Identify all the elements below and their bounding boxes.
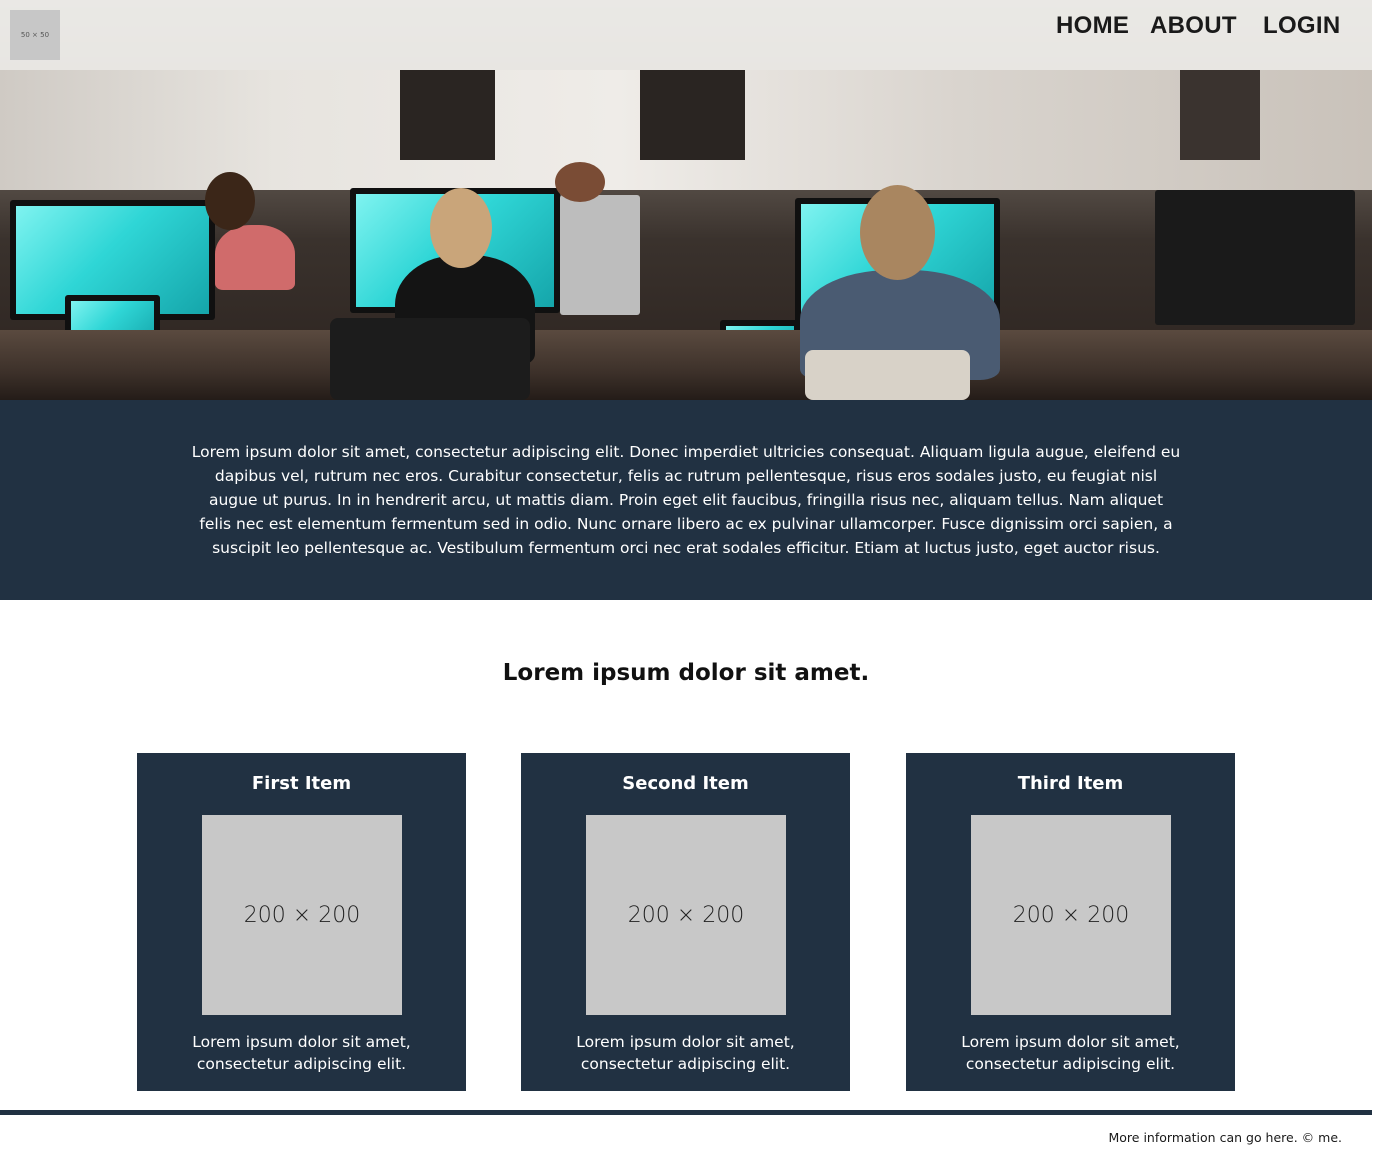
card-image-label: 200 × 200 [1012,902,1130,928]
card-image-label: 200 × 200 [243,902,361,928]
hero-window [640,70,745,160]
intro-paragraph: Lorem ipsum dolor sit amet, consectetur … [191,443,1181,557]
card-third-item: Third Item 200 × 200 Lorem ipsum dolor s… [906,753,1235,1091]
hero-person-head [860,185,935,280]
card-second-item: Second Item 200 × 200 Lorem ipsum dolor … [521,753,850,1091]
hero-chair [330,318,530,400]
card-image-placeholder: 200 × 200 [586,815,786,1015]
footer-divider [0,1110,1372,1115]
card-image-label: 200 × 200 [627,902,745,928]
card-title: Second Item [622,773,749,794]
card-description: Lorem ipsum dolor sit amet, consectetur … [192,1033,411,1073]
logo-text: 50 × 50 [20,31,50,39]
nav-home-link[interactable]: HOME [1056,12,1129,40]
logo-placeholder[interactable]: 50 × 50 [10,10,60,60]
hero-desk [0,330,1372,400]
hero-monitor [560,195,640,315]
card-image-placeholder: 200 × 200 [971,815,1171,1015]
nav-about-link[interactable]: ABOUT [1150,12,1237,40]
hero-window [400,70,495,160]
card-description: Lorem ipsum dolor sit amet, consectetur … [961,1033,1180,1073]
card-image-placeholder: 200 × 200 [202,815,402,1015]
card-description: Lorem ipsum dolor sit amet, consectetur … [576,1033,795,1073]
section-title: Lorem ipsum dolor sit amet. [502,660,870,686]
hero-person-head [205,172,255,230]
nav-login-link[interactable]: LOGIN [1263,12,1341,40]
card-first-item: First Item 200 × 200 Lorem ipsum dolor s… [137,753,466,1091]
hero-chair [805,350,970,400]
hero-person [215,225,295,290]
intro-band: Lorem ipsum dolor sit amet, consectetur … [0,400,1372,600]
hero-person-head [430,188,492,268]
hero-monitor [1155,190,1355,325]
hero-person-head [555,162,605,202]
footer-text: More information can go here. © me. [1108,1130,1343,1145]
card-title: First Item [251,773,352,794]
card-title: Third Item [1017,773,1124,794]
hero-window [1180,70,1260,160]
navbar: 50 × 50 HOME ABOUT LOGIN [0,0,1372,70]
